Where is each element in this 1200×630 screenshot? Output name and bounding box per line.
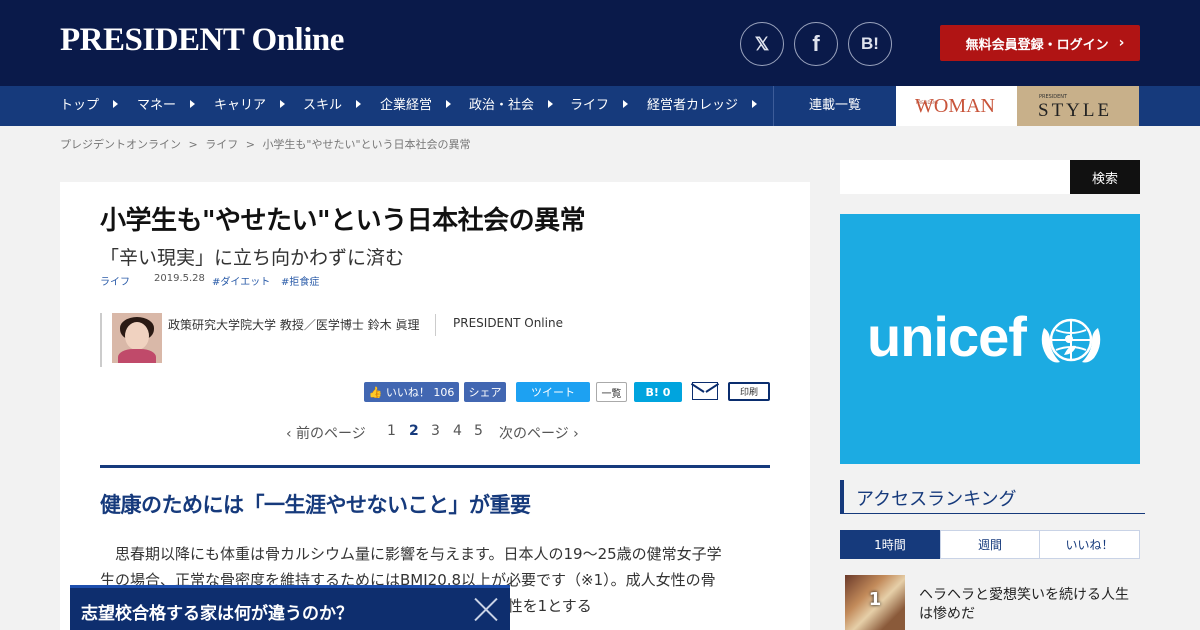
close-icon[interactable]: [473, 596, 499, 622]
ranking-number: 1: [868, 589, 882, 610]
ranking-tab-likes[interactable]: いいね！: [1039, 530, 1140, 559]
author-avatar: [112, 313, 162, 363]
search-input[interactable]: [840, 160, 1070, 194]
pager-page-2: 2: [409, 423, 419, 439]
breadcrumb-current: 小学生も"やせたい"という日本社会の異常: [262, 138, 471, 151]
nav-item-skill[interactable]: スキル: [303, 86, 362, 126]
ranking-tab-hour[interactable]: 1時間: [840, 530, 940, 559]
login-label: 無料会員登録・ログイン: [965, 37, 1109, 53]
publisher-name: PRESIDENT Online: [453, 316, 563, 330]
pager-page-3[interactable]: 3: [431, 423, 440, 439]
breadcrumb-separator: >: [188, 138, 198, 151]
article-card: 小学生も"やせたい"という日本社会の異常 「辛い現実」に立ち向かわずに済む ライ…: [60, 182, 810, 630]
triangle-right-icon: [548, 99, 554, 108]
triangle-right-icon: [446, 99, 452, 108]
print-button[interactable]: 印刷: [728, 382, 770, 401]
search-button[interactable]: 検索: [1070, 160, 1140, 194]
triangle-right-icon: [113, 99, 119, 108]
pager-page-5[interactable]: 5: [474, 423, 483, 439]
site-header: PRESIDENT Online 𝕏 f B! 無料会員登録・ログイン ›: [0, 0, 1200, 86]
pager-page-4[interactable]: 4: [453, 423, 462, 439]
ranking-header: アクセスランキング: [840, 480, 1145, 514]
nav-item-career[interactable]: キャリア: [214, 86, 286, 126]
ranking-item-title[interactable]: ヘラヘラと愛想笑いを続ける人生は惨めだ: [919, 586, 1139, 624]
nav-item-top[interactable]: トップ: [60, 86, 119, 126]
tweet-list-button[interactable]: 一覧: [596, 382, 627, 402]
nav-item-politics[interactable]: 政治・社会: [469, 86, 554, 126]
breadcrumb: プレジデントオンライン > ライフ > 小学生も"やせたい"という日本社会の異常: [60, 136, 475, 152]
chevron-right-icon: ›: [1118, 35, 1125, 51]
paragraph-line: 思春期以降にも体重は骨カルシウム量に影響を与えます。日本人の19～25歳の健常女…: [100, 545, 722, 563]
author-accent-bar: [100, 313, 102, 367]
triangle-right-icon: [356, 99, 362, 108]
hatena-bookmark-button[interactable]: B! 0: [634, 382, 682, 402]
author-divider: [435, 314, 436, 336]
section-heading: 健康のためには「一生涯やせないこと」が重要: [100, 493, 531, 517]
nav-item-serial[interactable]: 連載一覧: [774, 86, 896, 126]
nav-item-college[interactable]: 経営者カレッジ: [647, 86, 758, 126]
pager-page-1[interactable]: 1: [387, 423, 396, 439]
login-button[interactable]: 無料会員登録・ログイン ›: [940, 25, 1140, 61]
ad-logo-text: unicef: [867, 305, 1027, 368]
facebook-share-button[interactable]: シェア: [464, 382, 506, 402]
section-divider: [100, 465, 770, 468]
twitter-icon[interactable]: 𝕏: [740, 22, 784, 66]
woman-logo: WOMAN: [915, 95, 995, 117]
floating-banner[interactable]: 志望校合格する家は何が違うのか？: [70, 585, 510, 630]
breadcrumb-separator: >: [245, 138, 255, 151]
hatena-bookmark-icon[interactable]: B!: [848, 22, 892, 66]
site-logo[interactable]: PRESIDENT Online: [60, 22, 344, 59]
woman-link[interactable]: PRESIDENT WOMAN: [896, 86, 1017, 126]
facebook-like-button[interactable]: 👍 いいね！ 106: [364, 382, 459, 402]
article-subtitle: 「辛い現実」に立ち向かわずに済む: [100, 247, 405, 269]
ranking-thumbnail[interactable]: 1: [845, 575, 905, 630]
breadcrumb-home[interactable]: プレジデントオンライン: [60, 138, 181, 151]
breadcrumb-category[interactable]: ライフ: [205, 138, 238, 151]
floating-banner-text[interactable]: 志望校合格する家は何が違うのか？: [81, 599, 353, 624]
tag-link[interactable]: #ダイエット: [212, 273, 270, 288]
ranking-title: アクセスランキング: [856, 489, 1017, 510]
unicef-emblem-icon: [1041, 318, 1101, 363]
article-category[interactable]: ライフ: [100, 273, 130, 288]
article-date: 2019.5.28: [154, 273, 205, 284]
triangle-right-icon: [623, 99, 629, 108]
author-name[interactable]: 政策研究大学院大学 教授／医学博士 鈴木 眞理: [168, 316, 419, 333]
ranking-tab-week[interactable]: 週間: [940, 530, 1040, 559]
style-link[interactable]: PRESIDENT STYLE: [1017, 86, 1139, 126]
mail-icon[interactable]: [692, 382, 718, 400]
article-title: 小学生も"やせたい"という日本社会の異常: [100, 206, 586, 236]
pager-next[interactable]: 次のページ ›: [499, 423, 579, 443]
tag-link[interactable]: #拒食症: [281, 273, 319, 288]
nav-item-life[interactable]: ライフ: [570, 86, 629, 126]
nav-item-management[interactable]: 企業経営: [380, 86, 452, 126]
triangle-right-icon: [190, 99, 196, 108]
facebook-icon[interactable]: f: [794, 22, 838, 66]
triangle-right-icon: [752, 99, 758, 108]
tweet-button[interactable]: ツイート: [516, 382, 590, 402]
triangle-right-icon: [280, 99, 286, 108]
style-logo: STYLE: [1038, 100, 1113, 121]
nav-item-money[interactable]: マネー: [137, 86, 196, 126]
pager-prev[interactable]: ‹ 前のページ: [286, 423, 366, 443]
unicef-ad-banner[interactable]: unicef: [840, 214, 1140, 464]
